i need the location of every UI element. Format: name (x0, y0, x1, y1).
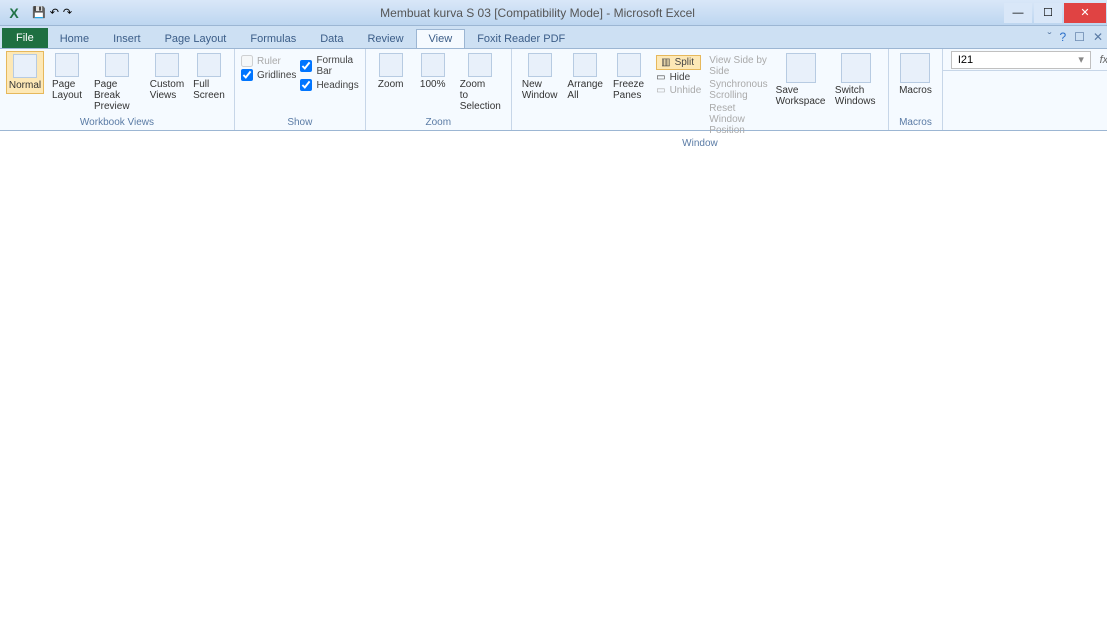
tab-file[interactable]: File (2, 28, 48, 48)
btn-page-break-preview[interactable]: PageBreak Preview (90, 51, 144, 114)
btn-macros[interactable]: Macros (895, 51, 936, 98)
btn-full-screen[interactable]: FullScreen (190, 51, 228, 103)
btn-new-window[interactable]: NewWindow (518, 51, 562, 103)
btn-normal[interactable]: Normal (6, 51, 44, 94)
close-button[interactable]: ✕ (1064, 3, 1106, 23)
excel-logo-icon: X (0, 5, 28, 21)
btn-arrange-all[interactable]: ArrangeAll (563, 51, 607, 103)
group-show: Show (241, 115, 359, 130)
group-workbook-views: Workbook Views (6, 115, 228, 130)
btn-custom-views[interactable]: CustomViews (148, 51, 186, 103)
tab-review[interactable]: Review (355, 30, 415, 48)
qat-redo-icon[interactable]: ↷ (63, 6, 72, 19)
btn-hide[interactable]: ▭ Hide (656, 72, 701, 83)
tab-foxit-reader-pdf[interactable]: Foxit Reader PDF (465, 30, 577, 48)
maximize-button[interactable]: ☐ (1034, 3, 1062, 23)
btn-split[interactable]: ▥ Split (656, 55, 701, 70)
qat-save-icon[interactable]: 💾 (32, 6, 46, 19)
btn-page-layout[interactable]: PageLayout (48, 51, 86, 103)
tab-view[interactable]: View (416, 29, 466, 48)
fx-icon[interactable]: fx (1095, 54, 1107, 66)
btn-switch-windows[interactable]: Switch Windows (831, 51, 882, 109)
window-title: Membuat kurva S 03 [Compatibility Mode] … (72, 6, 1003, 20)
help-icon[interactable]: ? (1059, 30, 1066, 44)
tab-home[interactable]: Home (48, 30, 101, 48)
tab-data[interactable]: Data (308, 30, 355, 48)
minimize-button[interactable]: — (1004, 3, 1032, 23)
group-zoom: Zoom (372, 115, 505, 130)
group-window: Window (518, 136, 882, 151)
window-restore-icon[interactable]: ☐ (1074, 30, 1085, 44)
btn-zoom-to-selection[interactable]: Zoomto Selection (456, 51, 505, 114)
minimize-ribbon-icon[interactable]: ˇ (1047, 30, 1051, 44)
qat-undo-icon[interactable]: ↶ (50, 6, 59, 19)
tab-formulas[interactable]: Formulas (238, 30, 308, 48)
chk-formula-bar[interactable]: Formula Bar (300, 55, 358, 77)
btn-side-by-side: View Side by Side (709, 55, 770, 77)
btn-unhide: ▭ Unhide (656, 85, 701, 96)
chk-ruler: Ruler (241, 55, 296, 67)
btn-zoom[interactable]: Zoom (372, 51, 410, 92)
btn-reset-pos: Reset Window Position (709, 103, 770, 136)
tab-page-layout[interactable]: Page Layout (153, 30, 239, 48)
btn-freeze-panes[interactable]: FreezePanes (609, 51, 648, 103)
btn-save-workspace[interactable]: Save Workspace (774, 51, 827, 109)
btn-100-[interactable]: 100% (414, 51, 452, 92)
tab-insert[interactable]: Insert (101, 30, 153, 48)
group-macros: Macros (895, 115, 936, 130)
ribbon-tabs: FileHomeInsertPage LayoutFormulasDataRev… (0, 26, 1107, 49)
chk-gridlines[interactable]: Gridlines (241, 69, 296, 81)
chk-headings[interactable]: Headings (300, 79, 358, 91)
window-close-inner-icon[interactable]: ✕ (1093, 30, 1103, 44)
name-box[interactable]: I21▾ (951, 51, 1091, 69)
btn-sync-scroll: Synchronous Scrolling (709, 79, 770, 101)
